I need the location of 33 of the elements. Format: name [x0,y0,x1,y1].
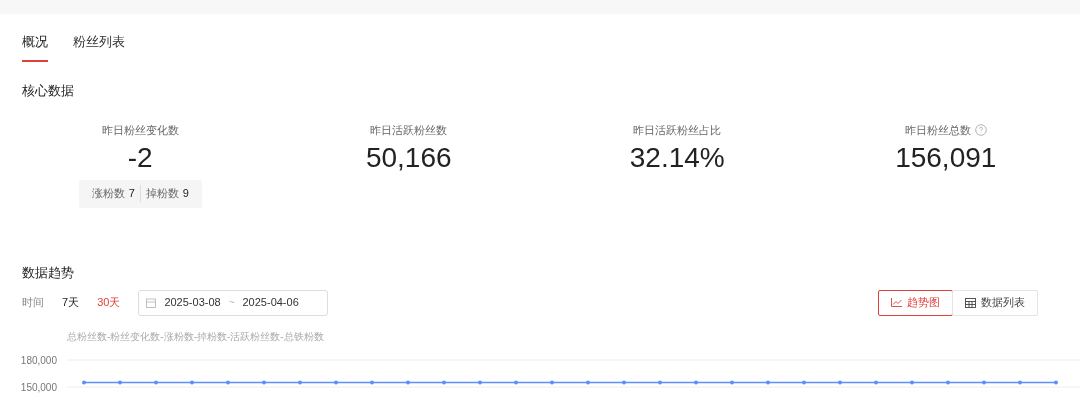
section-title: 数据趋势 [21,263,75,282]
stat-label: 昨日活跃粉丝数 [370,122,448,138]
breakdown-label: 涨粉数 [91,186,125,202]
stat-value: 156,091 [895,140,997,175]
breakdown-value: 7 [128,186,135,202]
stat-label: 昨日粉丝变化数 [101,122,179,138]
stat-value: 32.14% [629,140,725,175]
stat-value: -2 [127,140,153,175]
tab[interactable]: 粉丝列表 [73,32,125,62]
date-separator: ~ [228,296,235,310]
start-date: 2025-03-08 [164,295,221,311]
section-title: 核心数据 [21,81,75,100]
view-toggle[interactable]: 趋势图 [878,289,953,316]
calendar-icon [146,297,157,308]
line-chart: 150,000 180,000 [0,353,1080,403]
tab[interactable]: 概况 [22,32,48,62]
stat-value: 50,166 [365,140,452,175]
help-icon[interactable] [974,123,987,136]
table-icon [965,297,976,308]
end-date: 2025-04-06 [242,295,299,311]
date-range-field[interactable]: 2025-03-08 ~ 2025-04-06 [138,289,329,316]
stat-label: 昨日活跃粉丝占比 [633,122,722,138]
y-tick-label: 180,000 [20,354,58,366]
view-toggle[interactable]: 数据列表 [952,289,1038,316]
stat-label: 昨日粉丝总数 [904,122,971,138]
y-tick-label: 150,000 [20,381,58,393]
line-chart-icon [891,298,902,307]
chart-legend: 总粉丝数-粉丝变化数-涨粉数-掉粉数-活跃粉丝数-总铁粉数 [0,329,1080,344]
time-label: 时间 [22,295,44,311]
breakdown-value: 9 [182,186,189,202]
breakdown-label: 掉粉数 [145,186,179,202]
range-option[interactable]: 30天 [97,294,121,311]
range-option[interactable]: 7天 [62,294,80,311]
